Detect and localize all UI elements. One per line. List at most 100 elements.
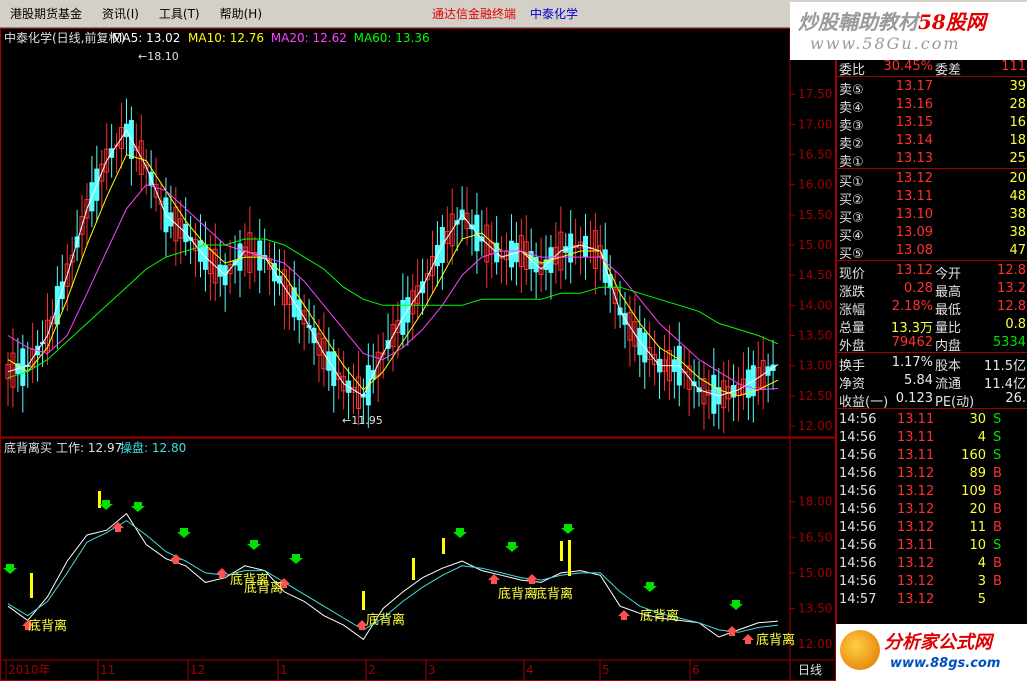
up-arrow-8 — [618, 610, 630, 620]
tick-direction: B — [993, 520, 1002, 535]
down-arrow-4 — [247, 540, 261, 550]
down-arrow-5 — [289, 554, 303, 564]
tick-price: 13.11 — [897, 448, 935, 463]
tick-row: 14:56 13.11 4 S — [837, 429, 1027, 447]
main-ytick-label-1: 17.00 — [798, 117, 832, 131]
signal-text-4: 底背离 — [498, 586, 537, 602]
tick-time: 14:56 — [839, 430, 877, 445]
up-arrow-9 — [726, 626, 738, 636]
quote-value-2: 38 — [1009, 225, 1026, 240]
quote-separator — [837, 168, 1027, 169]
down-arrow-0 — [3, 564, 17, 574]
quote-row: 换手 1.17% 股本 11.5亿 — [837, 354, 1027, 374]
tick-time: 14:56 — [839, 502, 877, 517]
watermark-88gs-title: 分析家公式网 — [884, 632, 992, 653]
signal-bar-2 — [362, 591, 365, 610]
quote-row: 委比 30.45% 委差 111 — [837, 58, 1027, 78]
quote-value-2: 16 — [1009, 115, 1026, 130]
tick-price: 13.12 — [897, 466, 935, 481]
quote-value: 2.18% — [891, 299, 933, 314]
watermark-url: www.58Gu.com — [810, 34, 961, 53]
quote-value: 13.13 — [895, 151, 933, 166]
tick-volume: 3 — [977, 574, 986, 589]
quote-separator — [837, 76, 1027, 77]
sub-ytick-label-0: 18.00 — [798, 495, 832, 509]
quote-separator — [837, 260, 1027, 261]
quote-value: 13.08 — [895, 243, 933, 258]
quote-value: 13.11 — [895, 189, 933, 204]
xtick-label-0: 2010年 — [8, 663, 51, 677]
main-ytick-label-7: 14.00 — [798, 298, 832, 312]
tick-volume: 20 — [969, 502, 986, 517]
quote-value-2: 12.8 — [997, 299, 1026, 314]
main-ytick-label-10: 12.50 — [798, 389, 832, 403]
quote-row: 涨跌 0.28 最高 13.2 — [837, 280, 1027, 300]
main-ytick-label-5: 15.00 — [798, 238, 832, 252]
watermark-58gu: 炒股輔助教材58股网 www.58Gu.com — [790, 2, 1027, 60]
tick-volume: 89 — [969, 466, 986, 481]
quote-value-2: 48 — [1009, 189, 1026, 204]
quote-value: 13.10 — [895, 207, 933, 222]
tick-time: 14:56 — [839, 484, 877, 499]
signal-bar-1 — [98, 491, 101, 508]
menu-help[interactable]: 帮助(H) — [210, 0, 272, 28]
quote-value-2: 28 — [1009, 97, 1026, 112]
work-label: 工作: 12.97 — [56, 441, 122, 455]
up-arrow-7 — [526, 574, 538, 584]
quote-row: 净资 5.84 流通 11.4亿 — [837, 372, 1027, 392]
quote-value: 0.28 — [904, 281, 933, 296]
menu-tools[interactable]: 工具(T) — [149, 0, 210, 28]
down-arrow-3 — [177, 528, 191, 538]
menu-hk-futures[interactable]: 港股期货基金 — [0, 0, 92, 28]
signal-bar-5 — [560, 541, 563, 561]
up-arrow-6 — [488, 574, 500, 584]
signal-text-0: 底背离 — [28, 618, 67, 634]
quote-value-2: 0.8 — [1005, 317, 1026, 332]
watermark-88gs-url: www.88gs.com — [890, 656, 1001, 671]
quote-value: 5.84 — [904, 373, 933, 388]
tick-direction: S — [993, 412, 1002, 427]
ma-label-2: MA20: 12.62 — [271, 31, 347, 45]
quote-separator — [837, 408, 1027, 409]
sub-ytick-label-2: 15.00 — [798, 566, 832, 580]
tick-price: 13.12 — [897, 520, 935, 535]
tick-price: 13.11 — [897, 412, 935, 427]
quote-value-2: 20 — [1009, 171, 1026, 186]
quote-value-2: 18 — [1009, 133, 1026, 148]
quote-row: 涨幅 2.18% 最低 12.8 — [837, 298, 1027, 318]
up-arrow-2 — [170, 554, 182, 564]
tick-volume: 10 — [969, 538, 986, 553]
quote-value: 1.17% — [891, 355, 933, 370]
tick-direction: B — [993, 502, 1002, 517]
watermark-title-red: 58股网 — [918, 10, 986, 34]
quote-row: 现价 13.12 今开 12.8 — [837, 262, 1027, 282]
tick-price: 13.12 — [897, 592, 935, 607]
down-arrow-2 — [131, 502, 145, 512]
main-title: 中泰化学(日线,前复权) — [4, 30, 125, 45]
menu-info[interactable]: 资讯(I) — [92, 0, 149, 28]
tick-time: 14:56 — [839, 448, 877, 463]
main-ytick-label-8: 13.50 — [798, 328, 832, 342]
quote-row: 外盘 79462 内盘 5334 — [837, 334, 1027, 354]
quote-row: 卖④ 13.16 28 — [837, 96, 1027, 116]
main-ytick-label-2: 16.50 — [798, 148, 832, 162]
tick-direction: S — [993, 538, 1002, 553]
signal-text-5: 底背离 — [534, 586, 573, 602]
tick-row: 14:56 13.12 89 B — [837, 465, 1027, 483]
tick-volume: 30 — [969, 412, 986, 427]
sub-ytick-label-4: 12.00 — [798, 637, 832, 651]
quote-value-2: 111 — [1001, 59, 1026, 74]
xtick-label-8: 6 — [692, 663, 700, 677]
tick-time: 14:56 — [839, 520, 877, 535]
chart-area[interactable]: 中泰化学(日线,前复权)MA5: 13.02 MA10: 12.76 MA20: 1… — [0, 28, 836, 681]
tick-volume: 4 — [977, 430, 986, 445]
main-ytick-label-6: 14.50 — [798, 268, 832, 282]
quote-value: 13.16 — [895, 97, 933, 112]
quote-row: 卖① 13.13 25 — [837, 150, 1027, 170]
xtick-label-1: 11 — [100, 663, 115, 677]
xtick-label-2: 12 — [190, 663, 205, 677]
quote-value: 0.123 — [895, 391, 933, 406]
xtick-label-4: 2 — [368, 663, 376, 677]
tdx-window: 港股期货基金 资讯(I) 工具(T) 帮助(H) 通达信金融终端 中泰化学 中泰… — [0, 0, 1027, 681]
quote-value-2: 39 — [1009, 79, 1026, 94]
